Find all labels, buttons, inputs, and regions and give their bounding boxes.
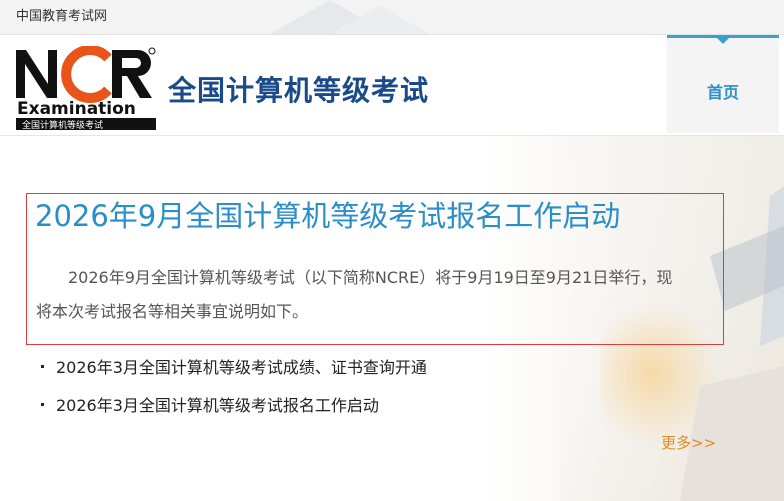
site-title: 全国计算机等级考试 <box>168 74 430 107</box>
featured-headline-link[interactable]: 2026年9月全国计算机等级考试报名工作启动 <box>35 193 620 235</box>
list-item: 2026年3月全国计算机等级考试成绩、证书查询开通 <box>40 353 427 391</box>
news-list: 2026年3月全国计算机等级考试成绩、证书查询开通 2026年3月全国计算机等级… <box>40 353 427 429</box>
nav-home-tab[interactable]: 首页 <box>667 35 779 133</box>
bullet-icon <box>41 365 44 368</box>
list-item: 2026年3月全国计算机等级考试报名工作启动 <box>40 391 427 429</box>
background-decoration <box>270 0 430 34</box>
logo-subtitle: Examination <box>17 99 136 119</box>
site-header: Examination 全国计算机等级考试 全国计算机等级考试 首页 <box>0 35 784 136</box>
news-link[interactable]: 2026年3月全国计算机等级考试成绩、证书查询开通 <box>56 358 427 377</box>
featured-summary: 2026年9月全国计算机等级考试（以下简称NCRE）将于9月19日至9月21日举… <box>36 268 673 321</box>
active-indicator-icon <box>716 37 730 44</box>
more-link[interactable]: 更多>> <box>661 432 716 453</box>
news-link[interactable]: 2026年3月全国计算机等级考试报名工作启动 <box>56 396 379 415</box>
site-name-link[interactable]: 中国教育考试网 <box>16 5 107 24</box>
bullet-icon <box>41 403 44 406</box>
top-bar: 中国教育考试网 <box>0 0 784 35</box>
ncre-logo[interactable]: Examination 全国计算机等级考试 <box>14 46 158 130</box>
nav-home-label: 首页 <box>706 83 739 102</box>
logo-band-text: 全国计算机等级考试 <box>22 119 103 130</box>
